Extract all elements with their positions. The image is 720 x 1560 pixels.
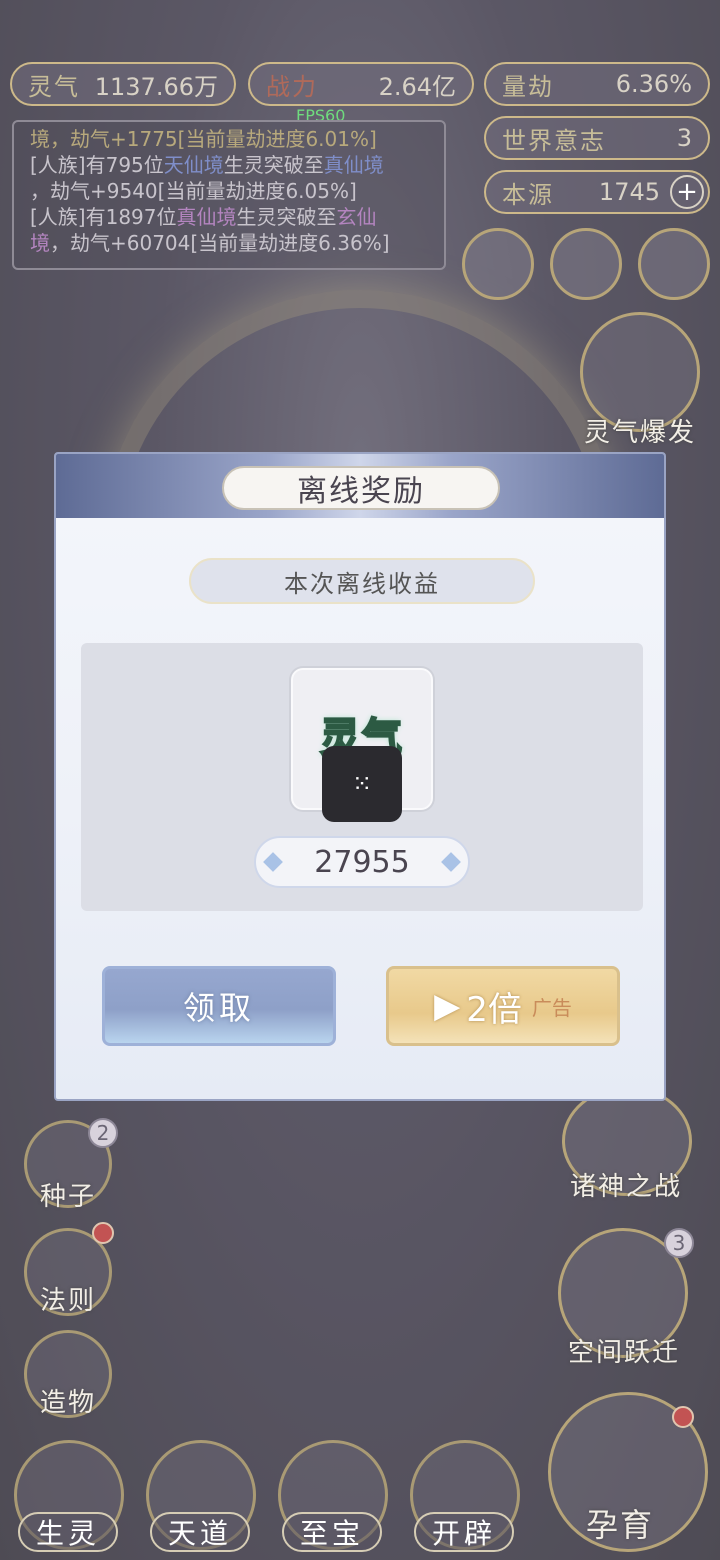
double-reward-ad-button[interactable]: ▶ 2倍 广告 <box>386 966 620 1046</box>
zhanli-stat: 战力 2.64亿 <box>248 62 474 106</box>
benyuan-stat: 本源 1745 + <box>484 170 710 214</box>
nurture-label: 孕育 <box>586 1506 655 1544</box>
log-realm: 真仙境 <box>176 205 237 229</box>
ad-label: 广告 <box>531 995 572 1020</box>
nav-zhibao-label[interactable]: 至宝 <box>282 1512 382 1552</box>
law-label: 法则 <box>40 1286 97 1316</box>
claim-button[interactable]: 领取 <box>102 966 336 1046</box>
shijie-stat[interactable]: 世界意志 3 <box>484 116 710 160</box>
liangjie-value: 6.36% <box>615 70 692 98</box>
shijie-label: 世界意志 <box>502 126 606 155</box>
zhanli-label: 战力 <box>266 72 318 101</box>
space-jump-badge: 3 <box>664 1228 694 1258</box>
log-line: 境，劫气+1775[当前量劫进度6.01%] <box>30 127 377 151</box>
card-button[interactable] <box>462 228 534 300</box>
reward-amount: 27955 <box>254 836 470 888</box>
reward-amount-value: 27955 <box>314 844 410 880</box>
banner-button[interactable] <box>638 228 710 300</box>
law-red-dot <box>92 1222 114 1244</box>
nurture-red-dot <box>672 1406 694 1428</box>
lingqi-stat: 灵气 1137.66万 <box>10 62 236 106</box>
space-jump-label: 空间跃迁 <box>568 1338 681 1368</box>
diamond-right-icon <box>441 852 461 872</box>
nav-kaipi-label[interactable]: 开辟 <box>414 1512 514 1552</box>
benyuan-label: 本源 <box>502 180 554 209</box>
portal-button[interactable] <box>550 228 622 300</box>
lingqi-burst-label: 灵气爆发 <box>584 418 697 448</box>
seed-label: 种子 <box>40 1182 97 1212</box>
log-text: 生灵突破至 <box>223 153 324 177</box>
log-text: [人族]有795位 <box>30 153 164 177</box>
diamond-left-icon <box>263 852 283 872</box>
log-text: ，劫气+60704[当前量劫进度6.36%] <box>50 231 390 255</box>
log-realm: 境 <box>30 231 50 255</box>
creation-label: 造物 <box>40 1388 97 1418</box>
double-label: 2倍 <box>466 989 522 1030</box>
log-realm: 天仙境 <box>163 153 224 177</box>
benyuan-value: 1745 <box>598 178 660 206</box>
log-realm: 真仙境 <box>323 153 384 177</box>
shijie-value: 3 <box>676 124 692 152</box>
play-video-icon: ▶ <box>434 986 461 1026</box>
nav-shengling-label[interactable]: 生灵 <box>18 1512 118 1552</box>
liangjie-label: 量劫 <box>502 72 554 101</box>
log-realm: 玄仙 <box>336 205 377 229</box>
liangjie-stat[interactable]: 量劫 6.36% <box>484 62 710 106</box>
offline-reward-dialog: 离线奖励 本次离线收益 灵气 ⁙ 27955 领取 ▶ 2倍 广告 <box>54 452 666 1101</box>
lingqi-value: 1137.66万 <box>94 72 218 101</box>
loading-spinner-icon: ⁙ <box>322 746 402 822</box>
god-war-label: 诸神之战 <box>570 1172 683 1202</box>
dialog-subtitle: 本次离线收益 <box>189 558 535 604</box>
lingqi-label: 灵气 <box>28 72 80 101</box>
log-text: 生灵突破至 <box>236 205 337 229</box>
dialog-title: 离线奖励 <box>222 466 500 510</box>
nav-tiandao-label[interactable]: 天道 <box>150 1512 250 1552</box>
zhanli-value: 2.64亿 <box>378 72 456 101</box>
log-text: [人族]有1897位 <box>30 205 177 229</box>
event-log: 境，劫气+1775[当前量劫进度6.01%] [人族]有795位天仙境生灵突破至… <box>12 120 446 270</box>
add-benyuan-button[interactable]: + <box>670 175 704 209</box>
seed-badge: 2 <box>88 1118 118 1148</box>
log-line: ，劫气+9540[当前量劫进度6.05%] <box>30 179 357 203</box>
